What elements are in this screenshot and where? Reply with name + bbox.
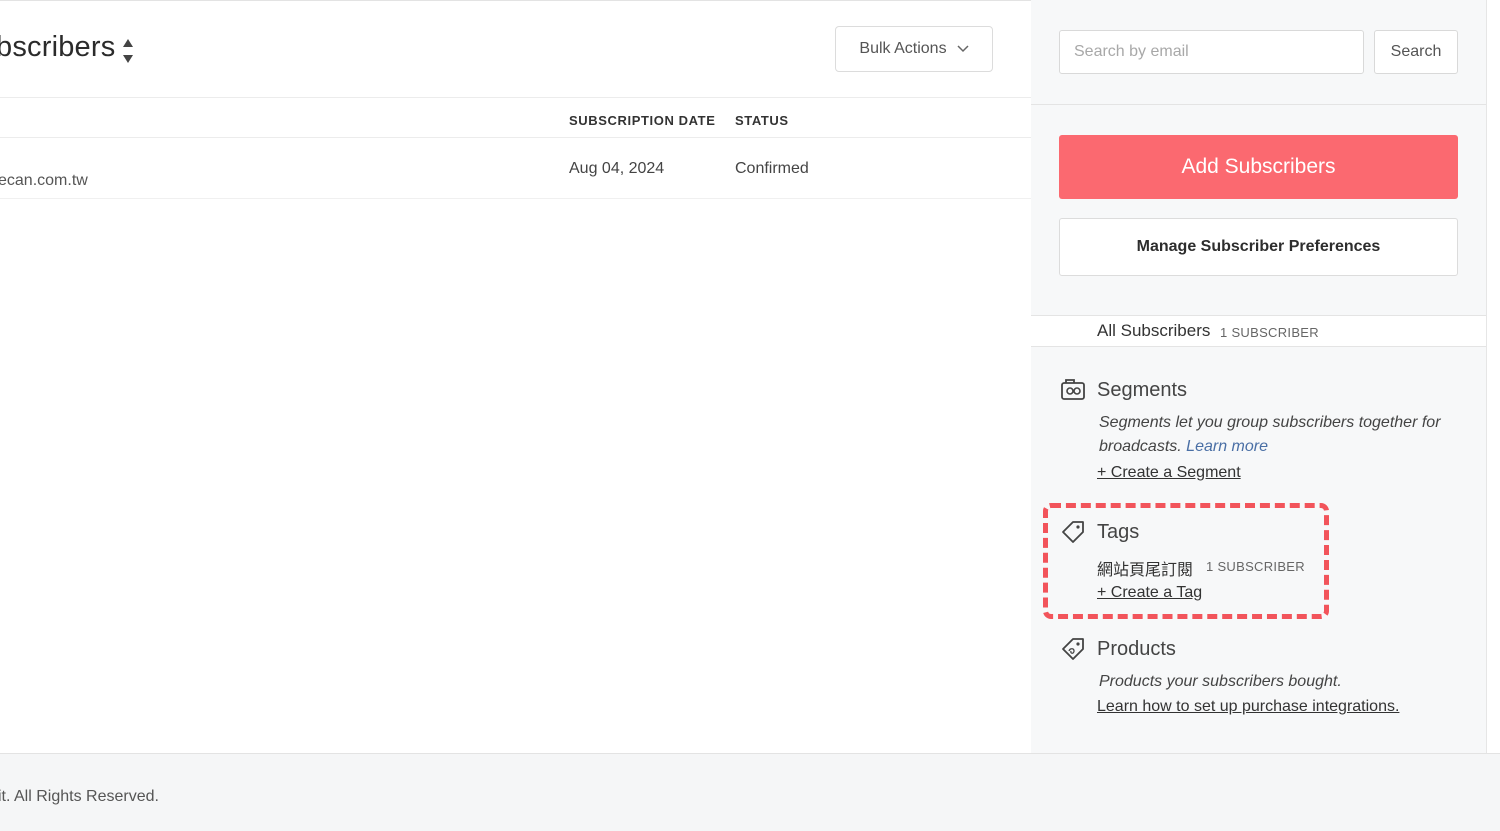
divider <box>1031 104 1486 105</box>
tag-item-count: 1 SUBSCRIBER <box>1206 559 1305 574</box>
subscription-status: Confirmed <box>735 160 809 177</box>
page-title: bscribers <box>0 31 116 63</box>
sort-icon[interactable] <box>120 37 136 65</box>
all-subscribers-count: 1 SUBSCRIBER <box>1220 325 1319 340</box>
segments-description: Segments let you group subscribers toget… <box>1099 411 1459 459</box>
segments-heading: Segments <box>1097 379 1188 401</box>
divider <box>0 198 1031 199</box>
divider <box>0 97 1031 98</box>
copyright-text: it. All Rights Reserved. <box>0 788 159 805</box>
tag-icon <box>1062 521 1084 543</box>
column-header-status[interactable]: STATUS <box>735 113 789 128</box>
bulk-actions-label: Bulk Actions <box>859 40 947 57</box>
subscription-date: Aug 04, 2024 <box>569 160 665 177</box>
bulk-actions-button[interactable]: Bulk Actions <box>835 26 993 72</box>
scrollbar-track[interactable] <box>1486 0 1500 753</box>
create-tag-link[interactable]: + Create a Tag <box>1097 584 1202 602</box>
create-segment-link[interactable]: + Create a Segment <box>1097 464 1241 482</box>
search-input[interactable] <box>1059 30 1364 74</box>
subscriber-email[interactable]: ecan.com.tw <box>0 172 88 190</box>
all-subscribers-link[interactable]: All Subscribers <box>1097 321 1210 341</box>
divider <box>1031 346 1486 347</box>
search-button[interactable]: Search <box>1374 30 1458 74</box>
products-description: Products your subscribers bought. <box>1099 673 1342 690</box>
tag-item-name[interactable]: 網站頁尾訂閱 <box>1097 556 1193 580</box>
chevron-down-icon <box>957 45 969 53</box>
segments-description-text: Segments let you group subscribers toget… <box>1099 414 1441 455</box>
purchase-integrations-link[interactable]: Learn how to set up purchase integration… <box>1097 698 1399 716</box>
segments-icon <box>1061 379 1085 400</box>
add-subscribers-button[interactable]: Add Subscribers <box>1059 135 1458 199</box>
product-tag-icon <box>1062 638 1084 660</box>
main-content: bscribers Bulk Actions SUBSCRIPTION DATE… <box>0 0 1031 754</box>
manage-subscriber-preferences-button[interactable]: Manage Subscriber Preferences <box>1059 218 1458 276</box>
learn-more-link[interactable]: Learn more <box>1186 438 1268 455</box>
divider <box>0 137 1031 138</box>
footer: it. All Rights Reserved. <box>0 753 1500 831</box>
column-header-subscription-date[interactable]: SUBSCRIPTION DATE <box>569 113 715 128</box>
tags-heading: Tags <box>1097 521 1140 543</box>
products-heading: Products <box>1097 638 1176 660</box>
